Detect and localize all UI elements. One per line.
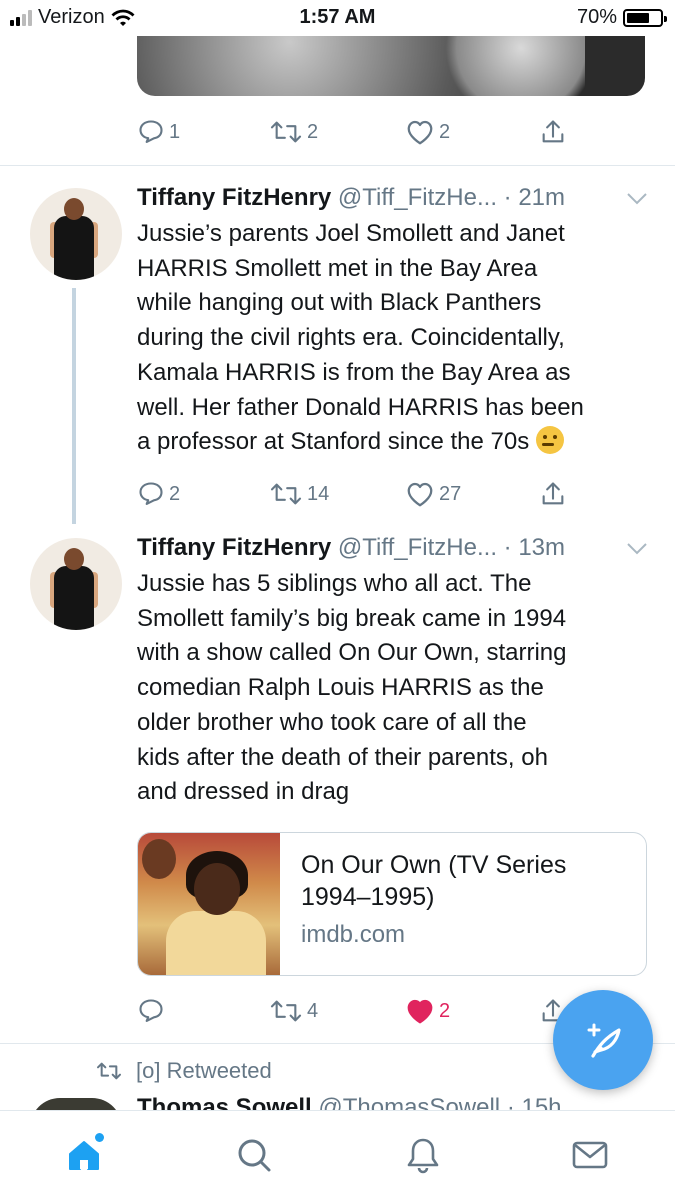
battery-icon [623,8,667,27]
retweeted-label[interactable]: [o] Retweeted [136,1058,272,1084]
card-title-line: 1994–1995) [301,883,435,911]
divider [0,165,675,166]
reply-count: 2 [169,482,181,505]
tweet-text: Jussie’s parents Joel Smollett and Janet… [137,217,652,460]
search-icon [238,1139,271,1172]
tweet-text-line: Jussie has 5 siblings who all act. The [137,570,532,597]
reply-button[interactable] [137,997,169,1025]
retweet-icon [270,1000,302,1022]
retweet-count: 14 [307,482,330,505]
author-handle[interactable]: @Tiff_FitzHe... [338,184,497,211]
compose-feather-icon [587,1023,621,1058]
avatar[interactable] [30,538,122,630]
retweet-icon [270,483,302,505]
like-button[interactable]: 27 [405,480,461,508]
tweet-text-line: Kamala HARRIS is from the Bay Area as [137,358,571,386]
tweet-time: · 15h [506,1094,562,1110]
tweet-text-line-last: a professor at Stanford since the 70s [137,425,652,460]
heart-icon [407,482,433,507]
retweet-button[interactable]: 2 [269,118,318,146]
like-count: 2 [439,120,451,143]
tweet-text-line: HARRIS Smollett met in the Bay Area [137,254,538,282]
tweet-header: Thomas Sowell @ThomasSowell · 15h [137,1094,562,1110]
tweet-text-line: while hanging out with Black Panthers [137,289,542,317]
tweet-text-line: Smollett family’s big break came in 1994 [137,604,567,632]
retweet-count: 2 [307,120,319,143]
messages-icon [572,1141,608,1169]
tweet-text-line: during the civil rights era. Coincidenta… [137,324,565,352]
reply-button[interactable]: 2 [137,480,180,508]
compose-tweet-button[interactable] [553,990,653,1090]
author-name[interactable]: Tiffany FitzHenry [137,534,331,561]
tweet-time: · 21m [503,184,566,211]
status-bar: Verizon 1:57 AM 70% [0,0,675,36]
card-thumbnail [138,833,280,975]
share-button[interactable] [539,480,567,508]
like-count: 2 [439,999,451,1022]
author-handle[interactable]: @Tiff_FitzHe... [338,534,497,561]
reply-icon [139,482,163,505]
card-title-line: On Our Own (TV Series [301,851,567,879]
chevron-down-icon[interactable] [626,192,648,206]
chevron-down-icon[interactable] [626,542,648,556]
tweet-text-line: with a show called On Our Own, starring [137,639,567,667]
thread-line [72,288,76,524]
tweet-text-line: kids after the death of their parents, o… [137,743,548,771]
share-icon [542,120,564,143]
reply-button[interactable]: 1 [137,118,180,146]
tweet-text-line: and dressed in drag [137,778,350,806]
retweet-icon [270,121,302,143]
unread-dot [95,1133,104,1142]
tweet-header: Tiffany FitzHenry @Tiff_FitzHe... · 13m [137,534,565,562]
like-button[interactable]: 2 [405,997,450,1025]
author-name[interactable]: Thomas Sowell [137,1094,312,1110]
card-body: On Our Own (TV Series 1994–1995) imdb.co… [301,849,631,949]
tab-bar [0,1110,675,1201]
author-name[interactable]: Tiffany FitzHenry [137,184,331,211]
like-count: 27 [439,482,462,505]
avatar[interactable] [30,188,122,280]
author-handle[interactable]: @ThomasSowell [318,1094,500,1110]
tweet-time: · 13m [503,534,566,561]
reply-icon [139,120,163,143]
retweet-count: 4 [307,999,319,1022]
like-button[interactable]: 2 [405,118,450,146]
tweet-text-line: Jussie’s parents Joel Smollett and Janet [137,220,565,247]
reply-icon [139,999,163,1022]
heart-icon [407,120,433,145]
battery-area: 70% [576,6,667,29]
card-domain: imdb.com [301,921,406,948]
tweet-text-line: a professor at Stanford since the 70s [137,428,530,456]
previous-tweet-media[interactable] [137,36,645,96]
share-button[interactable] [539,118,567,146]
tweet-actions: 2 14 27 [137,479,607,509]
heart-filled-icon [407,999,433,1024]
tab-notifications[interactable] [401,1133,445,1177]
tab-messages[interactable] [568,1133,612,1177]
clock: 1:57 AM [299,6,376,28]
retweeted-indicator: [o] Retweeted [96,1058,272,1084]
retweet-icon [96,1062,122,1080]
tweet-text: Jussie has 5 siblings who all act. The S… [137,567,652,810]
reply-count: 1 [169,120,181,143]
tweet-header: Tiffany FitzHenry @Tiff_FitzHe... · 21m [137,184,565,212]
retweet-button[interactable]: 4 [269,997,318,1025]
share-icon [542,482,564,505]
tweet-text-line: comedian Ralph Louis HARRIS as the [137,674,544,702]
link-card[interactable]: On Our Own (TV Series 1994–1995) imdb.co… [137,832,647,976]
previous-tweet-actions: 1 2 2 [137,117,607,147]
battery-percent: 70% [576,6,617,28]
tweet-text-line: well. Her father Donald HARRIS has been [137,393,584,421]
tweet-text-line: older brother who took care of all the [137,708,527,736]
thinking-face-icon [535,426,564,455]
tab-search[interactable] [232,1133,276,1177]
retweet-button[interactable]: 14 [269,480,329,508]
tweet-actions: 4 2 [137,996,607,1026]
notifications-icon [407,1138,439,1174]
